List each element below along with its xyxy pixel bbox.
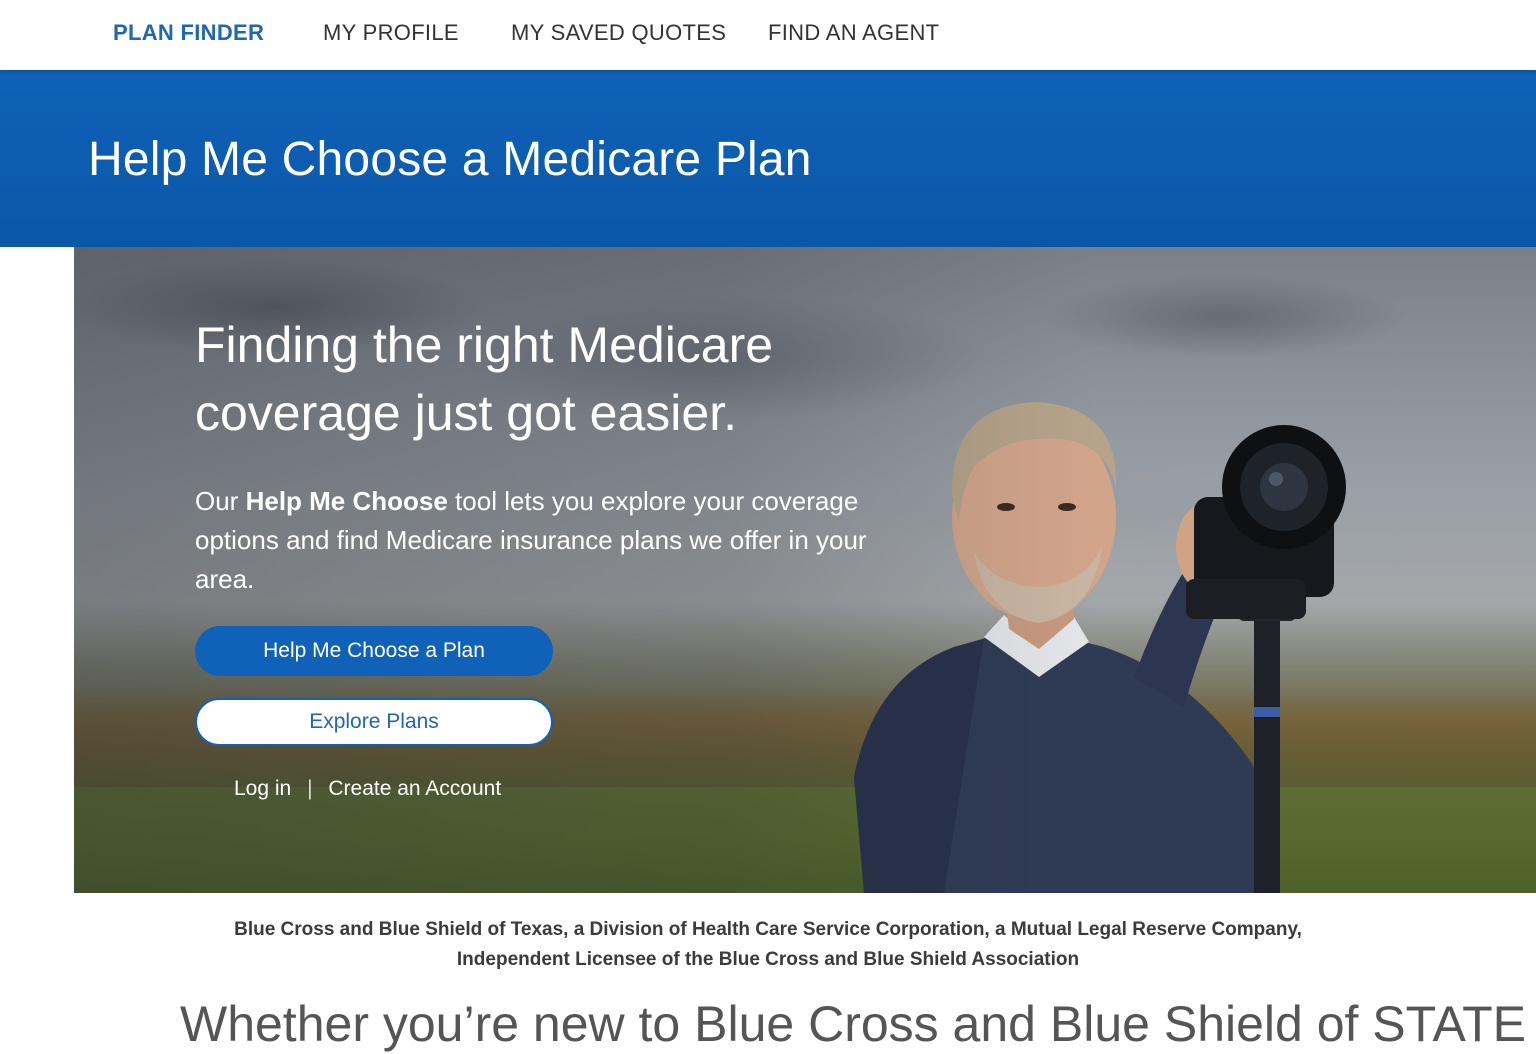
nav-my-profile[interactable]: MY PROFILE	[323, 20, 459, 46]
nav-find-an-agent[interactable]: FIND AN AGENT	[768, 20, 939, 46]
disclaimer-line-2: Independent Licensee of the Blue Cross a…	[456, 949, 1080, 970]
disclaimer-line-1: Blue Cross and Blue Shield of Texas, a D…	[234, 919, 1302, 940]
hero-description: Our Help Me Choose tool lets you explore…	[195, 482, 895, 599]
link-separator: |	[307, 777, 313, 800]
page-title: Help Me Choose a Medicare Plan	[88, 133, 812, 186]
page-title-banner: Help Me Choose a Medicare Plan	[0, 70, 1536, 247]
explore-plans-button[interactable]: Explore Plans	[195, 698, 553, 746]
section-heading: Whether you’re new to Blue Cross and Blu…	[180, 996, 1536, 1052]
help-me-choose-plan-button[interactable]: Help Me Choose a Plan	[195, 626, 553, 676]
hero-copy: Finding the right Medicare coverage just…	[195, 311, 915, 599]
log-in-link[interactable]: Log in	[234, 777, 291, 800]
nav-plan-finder[interactable]: PLAN FINDER	[113, 20, 264, 46]
create-account-link[interactable]: Create an Account	[328, 777, 501, 800]
hero-section: Finding the right Medicare coverage just…	[74, 247, 1536, 893]
top-navigation: PLAN FINDER MY PROFILE MY SAVED QUOTES F…	[0, 0, 1536, 70]
hero-description-tool-name: Help Me Choose	[245, 486, 448, 516]
nav-my-saved-quotes[interactable]: MY SAVED QUOTES	[511, 20, 726, 46]
legal-disclaimer: Blue Cross and Blue Shield of Texas, a D…	[0, 915, 1536, 975]
hero-description-prefix: Our	[195, 486, 246, 516]
account-links: Log in | Create an Account	[234, 777, 501, 801]
hero-headline: Finding the right Medicare coverage just…	[195, 317, 774, 441]
